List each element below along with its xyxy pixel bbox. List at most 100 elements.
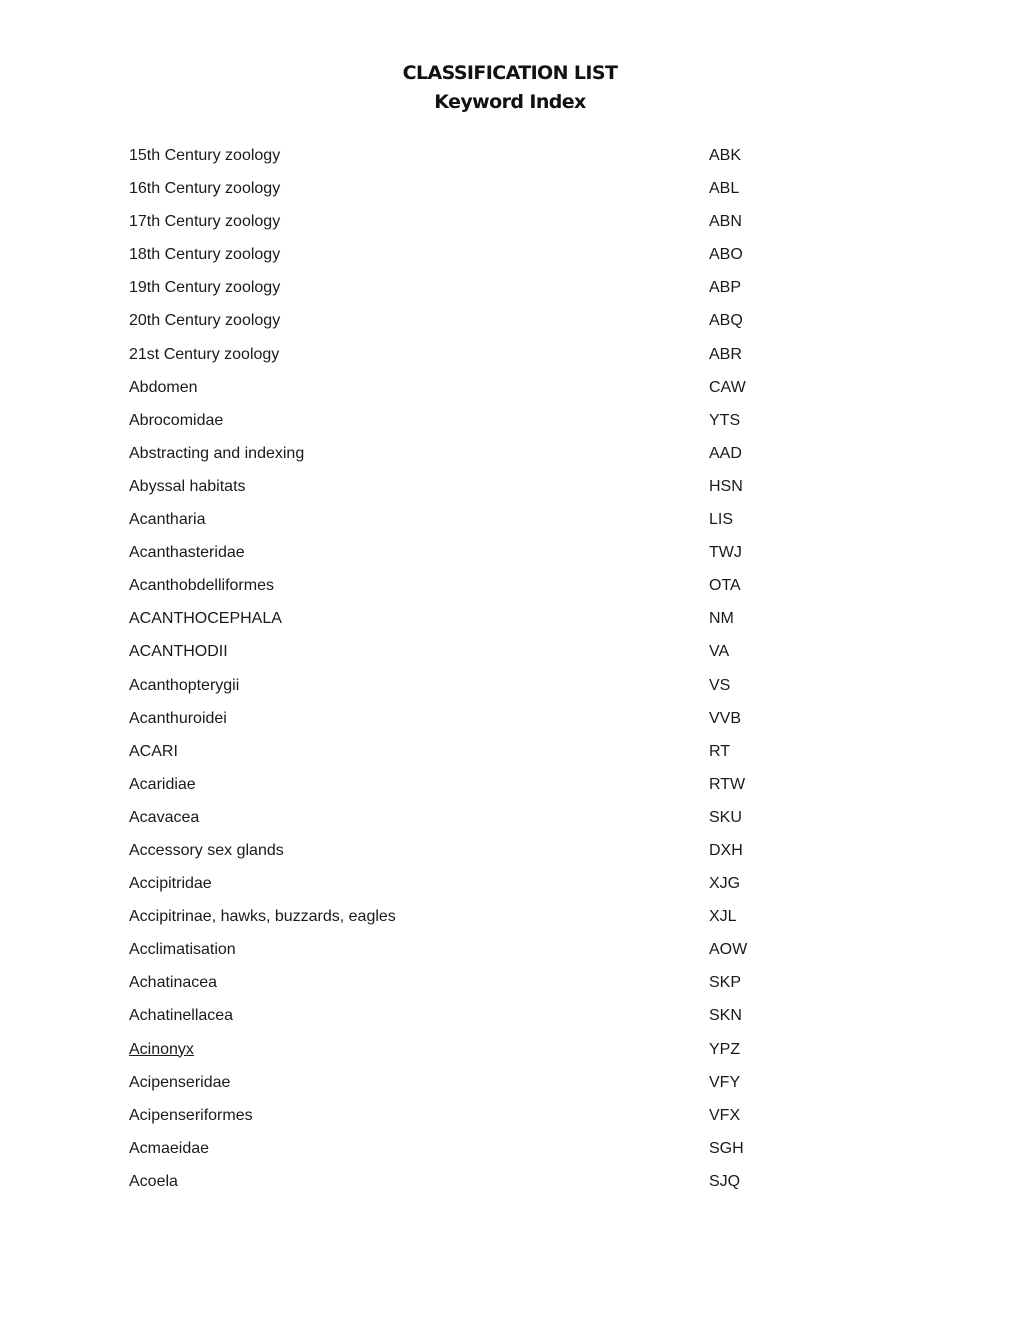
keyword-label: Acanthasteridae <box>129 544 245 562</box>
index-entry: Acanthuroidei VVB <box>129 707 829 740</box>
document-header: CLASSIFICATION LIST Keyword Index <box>0 58 1020 116</box>
classification-code: VFX <box>709 1106 741 1124</box>
keyword-label: Acanthuroidei <box>129 709 227 727</box>
keyword-label: Acclimatisation <box>129 941 236 959</box>
index-entry: 20th Century zoology ABQ <box>129 309 829 342</box>
index-entry: Acmaeidae SGH <box>129 1137 829 1170</box>
keyword-label: Acaridiae <box>129 775 196 793</box>
index-entry: Abdomen CAW <box>129 376 829 409</box>
index-entry: 16th Century zoology ABL <box>129 177 829 210</box>
classification-code: HSN <box>709 477 743 495</box>
keyword-label: 21st Century zoology <box>129 345 280 363</box>
index-entry: Abrocomidae YTS <box>129 409 829 442</box>
keyword-label: ACARI <box>129 742 178 760</box>
classification-code: OTA <box>709 577 741 595</box>
keyword-label: 15th Century zoology <box>129 147 281 164</box>
index-entry: 15th Century zoology ABK <box>129 144 829 177</box>
classification-code: ABO <box>709 246 743 264</box>
classification-code: VA <box>709 643 730 661</box>
classification-code: ABL <box>709 180 740 198</box>
index-entry: Acanthobdelliformes OTA <box>129 574 829 607</box>
classification-code: ABN <box>709 213 742 231</box>
keyword-label: Accessory sex glands <box>129 841 284 859</box>
classification-code: VVB <box>709 709 742 727</box>
index-entry: Abyssal habitats HSN <box>129 475 829 508</box>
index-entry: 18th Century zoology ABO <box>129 243 829 276</box>
classification-code: DXH <box>709 841 743 859</box>
classification-code: XJG <box>709 875 741 893</box>
keyword-label: 20th Century zoology <box>129 312 281 330</box>
classification-code: RTW <box>709 775 746 793</box>
classification-code: SKU <box>709 808 742 826</box>
keyword-label: Abyssal habitats <box>129 477 246 495</box>
classification-code: ABQ <box>709 312 743 330</box>
index-entry: Acantharia LIS <box>129 508 829 541</box>
classification-code: CAW <box>709 378 746 396</box>
index-entry: Acoela SJQ <box>129 1170 829 1203</box>
keyword-label: Acipenseridae <box>129 1073 231 1091</box>
classification-code: SKP <box>709 974 742 992</box>
classification-code: VFY <box>709 1073 741 1091</box>
keyword-link[interactable]: Acinonyx <box>129 1038 194 1062</box>
keyword-label: ACANTHOCEPHALA <box>129 610 282 628</box>
keyword-label: Abstracting and indexing <box>129 444 305 462</box>
classification-code: SKN <box>709 1007 742 1025</box>
keyword-label: 17th Century zoology <box>129 213 281 231</box>
keyword-label: Acmaeidae <box>129 1139 210 1157</box>
index-entry: Achatinellacea SKN <box>129 1004 829 1037</box>
keyword-label: Acavacea <box>129 808 200 826</box>
keyword-label: Abrocomidae <box>129 411 224 429</box>
keyword-label: 18th Century zoology <box>129 246 281 264</box>
keyword-label: Accipitridae <box>129 875 212 893</box>
classification-code: VS <box>709 676 731 694</box>
index-entry: Abstracting and indexing AAD <box>129 442 829 475</box>
index-entry: Acavacea SKU <box>129 806 829 839</box>
index-entry: 17th Century zoology ABN <box>129 210 829 243</box>
index-entry: Accessory sex glands DXH <box>129 839 829 872</box>
classification-code: YTS <box>709 411 741 429</box>
keyword-label: Accipitrinae, hawks, buzzards, eagles <box>129 908 396 926</box>
keyword-label: ACANTHODII <box>129 643 228 661</box>
classification-code: ABP <box>709 279 742 297</box>
keyword-label: Acanthopterygii <box>129 676 240 694</box>
keyword-index-list: 15th Century zoology ABK 16th Century zool… <box>129 144 829 1203</box>
index-entry: Acinonyx YPZ <box>129 1038 829 1071</box>
classification-code: RT <box>709 742 731 760</box>
index-entry: Acaridiae RTW <box>129 773 829 806</box>
classification-code: LIS <box>709 511 734 529</box>
keyword-label: Achatinacea <box>129 974 218 992</box>
classification-code: ABK <box>709 147 742 164</box>
index-entry: 21st Century zoology ABR <box>129 343 829 376</box>
classification-code: AOW <box>709 941 748 959</box>
index-entry: ACANTHOCEPHALA NM <box>129 607 829 640</box>
page-title: CLASSIFICATION LIST <box>402 62 618 84</box>
classification-code: TWJ <box>709 544 742 562</box>
keyword-label: 16th Century zoology <box>129 180 281 198</box>
classification-code: ABR <box>709 345 742 363</box>
classification-code: XJL <box>709 908 737 926</box>
classification-code: AAD <box>709 444 742 462</box>
keyword-label: 19th Century zoology <box>129 279 281 297</box>
classification-code: SJQ <box>709 1172 741 1190</box>
index-entry: Acipenseridae VFY <box>129 1071 829 1104</box>
index-entry: Acanthasteridae TWJ <box>129 541 829 574</box>
index-entry: Accipitrinae, hawks, buzzards, eagles XJL <box>129 905 829 938</box>
index-entry: ACARI RT <box>129 740 829 773</box>
keyword-label: Abdomen <box>129 378 198 396</box>
keyword-label: Acoela <box>129 1172 178 1190</box>
classification-code: NM <box>709 610 734 628</box>
index-entry: ACANTHODII VA <box>129 640 829 673</box>
keyword-label: Acanthobdelliformes <box>129 577 274 595</box>
keyword-label: Achatinellacea <box>129 1007 234 1025</box>
classification-code: YPZ <box>709 1040 741 1058</box>
keyword-label: Acantharia <box>129 511 206 529</box>
index-entry: Accipitridae XJG <box>129 872 829 905</box>
index-entry: Acipenseriformes VFX <box>129 1104 829 1137</box>
index-entry: Acclimatisation AOW <box>129 938 829 971</box>
index-entry: 19th Century zoology ABP <box>129 276 829 309</box>
index-entry: Acanthopterygii VS <box>129 674 829 707</box>
classification-code: SGH <box>709 1139 744 1157</box>
keyword-label: Acipenseriformes <box>129 1106 253 1124</box>
index-entry: Achatinacea SKP <box>129 971 829 1004</box>
page-subtitle: Keyword Index <box>434 91 586 113</box>
